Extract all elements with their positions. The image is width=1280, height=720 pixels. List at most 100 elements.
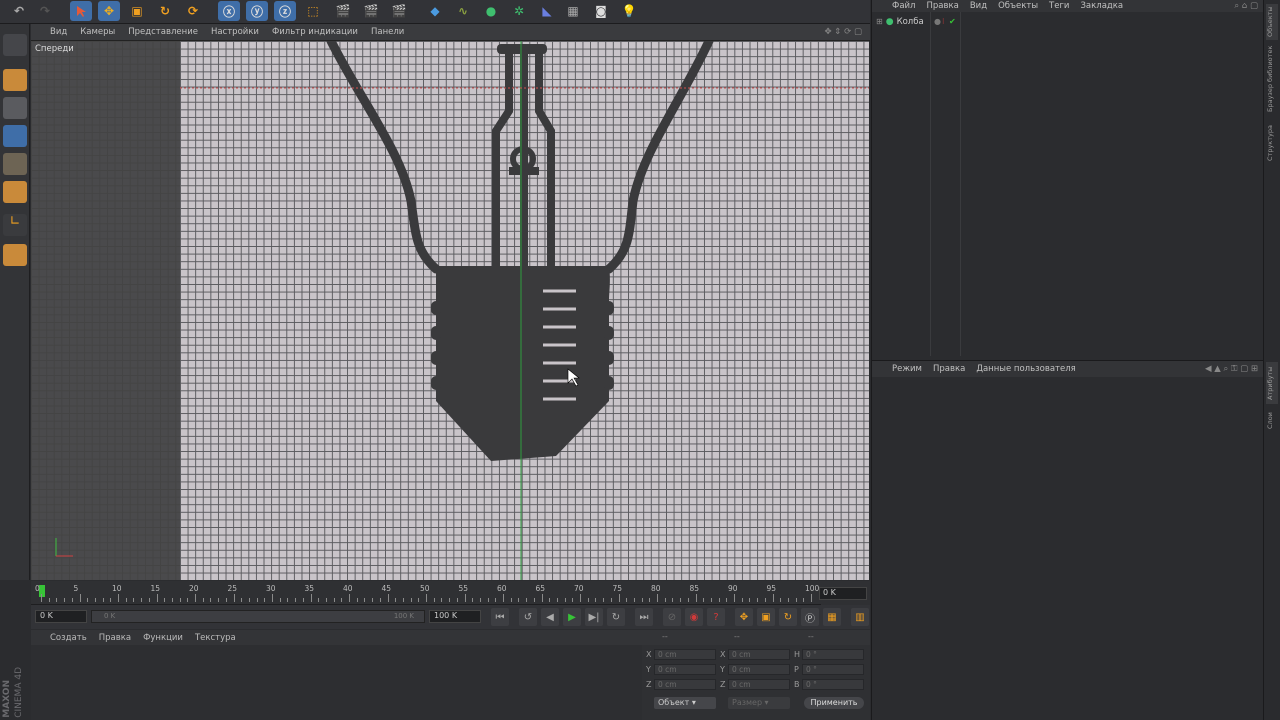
am-menu-edit[interactable]: Правка (933, 364, 965, 374)
auto-key-icon[interactable]: ◉ (685, 608, 703, 626)
record-keys-icon[interactable]: ⊘ (663, 608, 681, 626)
coord-size-select[interactable]: Размер ▾ (728, 697, 790, 709)
phong-tag-icon[interactable]: ⁝ (942, 17, 945, 26)
recent-tools-icon[interactable]: ⟳ (182, 1, 204, 21)
object-name[interactable]: Колба (897, 17, 924, 27)
om-menu-edit[interactable]: Правка (926, 1, 958, 11)
expand-icon[interactable]: ⊞ (876, 17, 883, 26)
om-menu-bookmarks[interactable]: Закладка (1080, 1, 1123, 11)
tab-objects[interactable]: Объекты (1266, 4, 1278, 40)
render-settings-icon[interactable]: 🎬 (388, 1, 410, 21)
goto-start-icon[interactable]: ⏮ (491, 608, 509, 626)
viewport-nav-icons[interactable]: ✥ ⇕ ⟳ ▢ (824, 27, 862, 37)
om-menu-file[interactable]: Файл (892, 1, 915, 11)
next-key-icon[interactable]: ↻ (607, 608, 625, 626)
timeline-tick-mark (695, 594, 697, 602)
deformer-icon[interactable]: ◣ (536, 1, 558, 21)
om-search-icons[interactable]: ⌕ ⌂ ▢ (1234, 1, 1258, 11)
rotate-tool-icon[interactable]: ↻ (154, 1, 176, 21)
start-frame-field[interactable]: 0 K (35, 610, 87, 623)
render-picture-viewer-icon[interactable]: 🎬 (360, 1, 382, 21)
polygons-mode-icon[interactable] (3, 181, 27, 203)
prev-frame-icon[interactable]: ◀ (541, 608, 559, 626)
front-viewport[interactable]: Спереди (31, 41, 869, 580)
coord-size-field[interactable]: 0 cm (728, 664, 790, 675)
menu-panels[interactable]: Панели (371, 27, 404, 37)
coord-size-field[interactable]: 0 cm (728, 679, 790, 690)
spline-pen-icon[interactable]: ∿ (452, 1, 474, 21)
camera-icon[interactable]: ◙ (590, 1, 612, 21)
tab-structure[interactable]: Структура (1266, 118, 1278, 168)
menu-edit[interactable]: Правка (99, 633, 131, 643)
y-axis-lock-icon[interactable]: ⓨ (246, 1, 268, 21)
position-key-icon[interactable]: ✥ (735, 608, 753, 626)
menu-display[interactable]: Представление (128, 27, 198, 37)
menu-cameras[interactable]: Камеры (80, 27, 115, 37)
edges-mode-icon[interactable] (3, 153, 27, 175)
preview-range-slider[interactable]: 0 K 100 K (91, 610, 425, 623)
menu-texture[interactable]: Текстура (195, 633, 236, 643)
texture-mode-icon[interactable] (3, 97, 27, 119)
points-mode-icon[interactable] (3, 125, 27, 147)
om-menu-view[interactable]: Вид (970, 1, 987, 11)
coord-position-field[interactable]: 0 cm (654, 649, 716, 660)
keyframe-selection-icon[interactable]: ? (707, 608, 725, 626)
menu-view[interactable]: Вид (50, 27, 67, 37)
scale-tool-icon[interactable]: ▣ (126, 1, 148, 21)
menu-functions[interactable]: Функции (143, 633, 183, 643)
coord-rotation-field[interactable]: 0 ° (802, 679, 864, 690)
select-tool-icon[interactable] (70, 1, 92, 21)
model-mode-icon[interactable] (3, 69, 27, 91)
nurbs-icon[interactable]: ● (480, 1, 502, 21)
render-view-icon[interactable]: 🎬 (332, 1, 354, 21)
current-frame-field[interactable]: 0 K (819, 587, 867, 600)
parameter-key-icon[interactable]: Ⓟ (801, 608, 819, 626)
move-tool-icon[interactable]: ✥ (98, 1, 120, 21)
coord-position-field[interactable]: 0 cm (654, 679, 716, 690)
make-editable-icon[interactable] (3, 34, 27, 56)
enabled-check-icon[interactable]: ✔ (949, 17, 956, 26)
x-axis-lock-icon[interactable]: ⓧ (218, 1, 240, 21)
array-icon[interactable]: ✲ (508, 1, 530, 21)
prev-key-icon[interactable]: ↺ (519, 608, 537, 626)
end-frame-field[interactable]: 100 K (429, 610, 481, 623)
am-menu-userdata[interactable]: Данные пользователя (976, 364, 1075, 374)
tab-attributes[interactable]: Атрибуты (1266, 362, 1278, 404)
z-axis-lock-icon[interactable]: ⓩ (274, 1, 296, 21)
timeline-ruler[interactable]: 0 5 10 15 20 25 30 35 40 45 50 55 60 65 70 75 80 85 90 95 10… (31, 581, 870, 605)
tab-layers[interactable]: Слои (1266, 408, 1278, 434)
axis-mode-icon[interactable]: ∟ (3, 214, 27, 236)
coord-position-field[interactable]: 0 cm (654, 664, 716, 675)
tab-content-browser[interactable]: Браузер библиотек (1266, 44, 1278, 114)
am-menu-mode[interactable]: Режим (892, 364, 922, 374)
am-nav-icons[interactable]: ◀ ▲ ⌕ ⚿ ▢ ⊞ (1205, 364, 1258, 374)
coordinate-system-icon[interactable]: ⬚ (302, 1, 324, 21)
coord-size-field[interactable]: 0 cm (728, 649, 790, 660)
material-manager-area[interactable] (31, 645, 642, 720)
om-menu-tags[interactable]: Теги (1049, 1, 1069, 11)
light-icon[interactable]: 💡 (618, 1, 640, 21)
om-menu-objects[interactable]: Объекты (998, 1, 1038, 11)
visibility-dots-icon[interactable]: ● (934, 17, 941, 26)
timeline-window-icon[interactable]: ▥ (851, 608, 869, 626)
rotation-key-icon[interactable]: ↻ (779, 608, 797, 626)
undo-icon[interactable]: ↶ (8, 1, 30, 21)
redo-icon[interactable]: ↷ (34, 1, 56, 21)
coord-rotation-field[interactable]: 0 ° (802, 664, 864, 675)
menu-create[interactable]: Создать (50, 633, 87, 643)
coord-rotation-axis-label: H (794, 650, 801, 659)
play-icon[interactable]: ▶ (563, 608, 581, 626)
menu-filter[interactable]: Фильтр индикации (272, 27, 358, 37)
menu-options[interactable]: Настройки (211, 27, 259, 37)
snap-magnet-icon[interactable] (3, 244, 27, 266)
cube-object-icon[interactable]: ◆ (424, 1, 446, 21)
goto-end-icon[interactable]: ⏭ (635, 608, 653, 626)
coord-rotation-field[interactable]: 0 ° (802, 649, 864, 660)
next-frame-icon[interactable]: ▶| (585, 608, 603, 626)
object-row-kolba[interactable]: ⊞ ● Колба ● ⁝ ✔ (872, 15, 1264, 28)
apply-button[interactable]: Применить (804, 697, 864, 709)
floor-icon[interactable]: ▦ (562, 1, 584, 21)
scale-key-icon[interactable]: ▣ (757, 608, 775, 626)
coord-mode-select[interactable]: Объект ▾ (654, 697, 716, 709)
point-level-key-icon[interactable]: ▦ (823, 608, 841, 626)
